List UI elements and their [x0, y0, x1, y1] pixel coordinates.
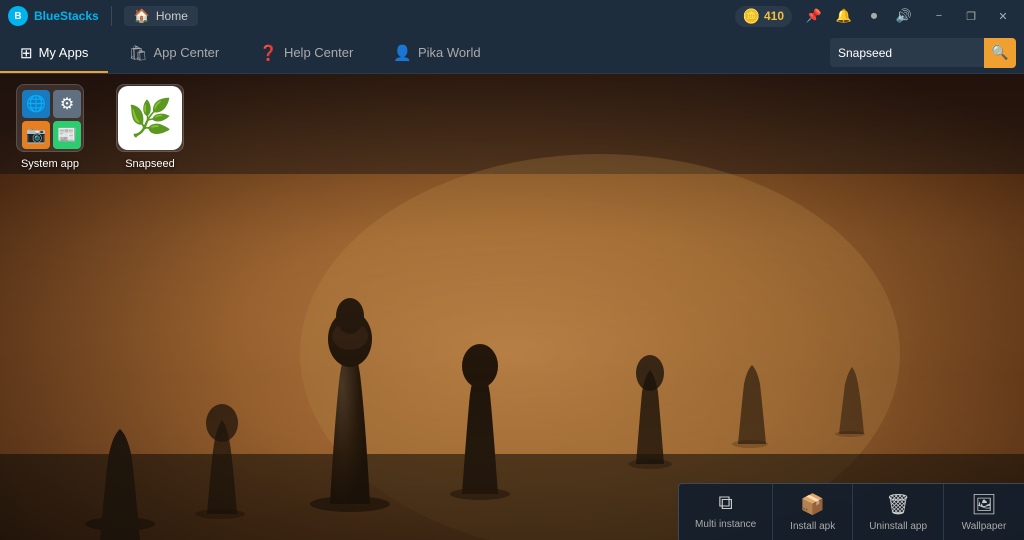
uninstall-app-button[interactable]: 🗑 Uninstall app — [853, 484, 944, 540]
search-bar: 🔍 — [830, 38, 1016, 67]
install-apk-button[interactable]: 📦 Install apk — [773, 484, 853, 540]
wallpaper-icon: 🖼 — [971, 492, 996, 517]
system-app-label: System app — [21, 158, 79, 170]
record-button[interactable]: ⏺ — [862, 4, 886, 28]
multi-instance-icon: ⧉ — [718, 492, 732, 515]
title-bar-actions: 📌 🔔 ⏺ 🔊 — [802, 4, 916, 28]
divider — [111, 6, 112, 26]
tab-pika-world[interactable]: 👤 Pika World — [373, 32, 500, 73]
app-logo: B BlueStacks — [8, 6, 99, 26]
snapseed-leaf-icon: 🌿 — [128, 97, 173, 139]
coin-count: 410 — [764, 9, 784, 23]
nav-bar: ⊞ My Apps 🛍 App Center ❓ Help Center 👤 P… — [0, 32, 1024, 74]
my-apps-label: My Apps — [39, 45, 89, 60]
tab-app-center[interactable]: 🛍 App Center — [108, 32, 239, 73]
snapseed-app-item[interactable]: 🌿 Snapseed — [110, 84, 190, 170]
uninstall-app-label: Uninstall app — [869, 521, 927, 532]
bell-button[interactable]: 🔔 — [832, 4, 856, 28]
install-apk-label: Install apk — [790, 521, 835, 532]
bluestacks-icon: B — [8, 6, 28, 26]
install-apk-icon: 📦 — [800, 492, 825, 517]
multi-instance-button[interactable]: ⧉ Multi instance — [679, 484, 773, 540]
search-button[interactable]: 🔍 — [984, 38, 1016, 68]
search-icon: 🔍 — [991, 44, 1008, 61]
window-title-tab[interactable]: 🏠 Home — [124, 6, 198, 26]
window-title-text: Home — [156, 9, 188, 23]
home-icon: 🏠 — [134, 8, 150, 24]
my-apps-icon: ⊞ — [20, 44, 33, 62]
snapseed-app-icon: 🌿 — [118, 86, 182, 150]
photo-icon: 📷 — [22, 121, 50, 149]
app-center-icon: 🛍 — [128, 44, 147, 62]
minimize-button[interactable]: − — [926, 3, 952, 29]
system-app-item[interactable]: 🌐 ⚙ 📷 📰 System app — [10, 84, 90, 170]
search-input[interactable] — [838, 46, 978, 60]
maximize-button[interactable]: ❐ — [958, 3, 984, 29]
tab-my-apps[interactable]: ⊞ My Apps — [0, 32, 108, 73]
coin-icon: 🪙 — [743, 8, 760, 25]
multi-instance-label: Multi instance — [695, 519, 756, 530]
globe-icon: 🌐 — [22, 90, 50, 118]
app-center-label: App Center — [153, 45, 219, 60]
app-grid: 🌐 ⚙ 📷 📰 System app 🌿 Snapseed — [10, 84, 190, 170]
bottom-toolbar: ⧉ Multi instance 📦 Install apk 🗑 Uninsta… — [678, 483, 1024, 540]
help-center-icon: ❓ — [259, 44, 278, 62]
wallpaper-button[interactable]: 🖼 Wallpaper — [944, 484, 1024, 540]
tab-help-center[interactable]: ❓ Help Center — [239, 32, 373, 73]
brand-name: BlueStacks — [34, 9, 99, 23]
snapseed-app-label: Snapseed — [125, 158, 175, 170]
title-right-actions: 🪙 410 📌 🔔 ⏺ 🔊 − ❐ ✕ — [735, 3, 1016, 29]
system-app-icon-grid: 🌐 ⚙ 📷 📰 — [18, 86, 82, 150]
system-app-icon-wrapper: 🌐 ⚙ 📷 📰 — [16, 84, 84, 152]
wallpaper-label: Wallpaper — [962, 521, 1007, 532]
close-button[interactable]: ✕ — [990, 3, 1016, 29]
uninstall-app-icon: 🗑 — [885, 492, 910, 517]
window-controls: − ❐ ✕ — [926, 3, 1016, 29]
help-center-label: Help Center — [284, 45, 353, 60]
pika-world-icon: 👤 — [393, 44, 412, 62]
news-icon: 📰 — [53, 121, 81, 149]
settings-icon: ⚙ — [53, 90, 81, 118]
volume-button[interactable]: 🔊 — [892, 4, 916, 28]
nav-spacer — [501, 32, 822, 73]
main-content: 🌐 ⚙ 📷 📰 System app 🌿 Snapseed ⧉ Multi in… — [0, 74, 1024, 540]
title-bar: B BlueStacks 🏠 Home 🪙 410 📌 🔔 ⏺ 🔊 − ❐ ✕ — [0, 0, 1024, 32]
pin-button[interactable]: 📌 — [802, 4, 826, 28]
pika-world-label: Pika World — [418, 45, 481, 60]
coins-badge[interactable]: 🪙 410 — [735, 6, 792, 27]
snapseed-icon-wrapper: 🌿 — [116, 84, 184, 152]
